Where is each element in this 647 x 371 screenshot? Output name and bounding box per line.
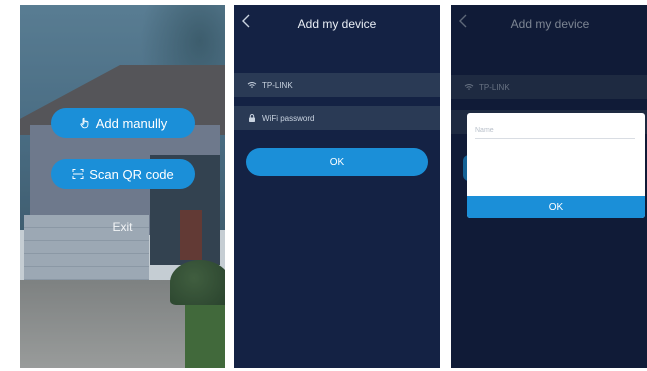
device-name-input[interactable] bbox=[475, 122, 635, 139]
lock-icon bbox=[247, 113, 257, 123]
wifi-password-field[interactable]: WiFi password bbox=[234, 106, 440, 130]
add-manually-label: Add manully bbox=[95, 115, 168, 131]
wifi-password-placeholder: WiFi password bbox=[262, 113, 315, 123]
name-dialog: OK bbox=[467, 113, 645, 218]
exit-button[interactable]: Exit bbox=[20, 220, 225, 234]
add-manually-button[interactable]: Add manully bbox=[51, 108, 195, 138]
wifi-network-row[interactable]: TP-LINK bbox=[234, 73, 440, 97]
page-title: Add my device bbox=[297, 17, 377, 31]
scan-qr-code-button[interactable]: Scan QR code bbox=[51, 159, 195, 189]
scan-qr-code-label: Scan QR code bbox=[89, 166, 174, 182]
hand-pointer-icon bbox=[79, 117, 91, 129]
wifi-network-name: TP-LINK bbox=[262, 80, 293, 90]
add-device-screen: Add my device TP-LINK WiFi password OK bbox=[234, 5, 440, 368]
wifi-icon bbox=[247, 80, 257, 90]
scan-icon bbox=[72, 168, 84, 180]
header: Add my device bbox=[234, 5, 440, 41]
home-screen: Add manully Scan QR code Exit bbox=[20, 5, 225, 368]
ok-button[interactable]: OK bbox=[246, 148, 428, 176]
name-device-screen: Add my device TP-LINK OK bbox=[451, 5, 647, 368]
dialog-ok-button[interactable]: OK bbox=[467, 196, 645, 218]
